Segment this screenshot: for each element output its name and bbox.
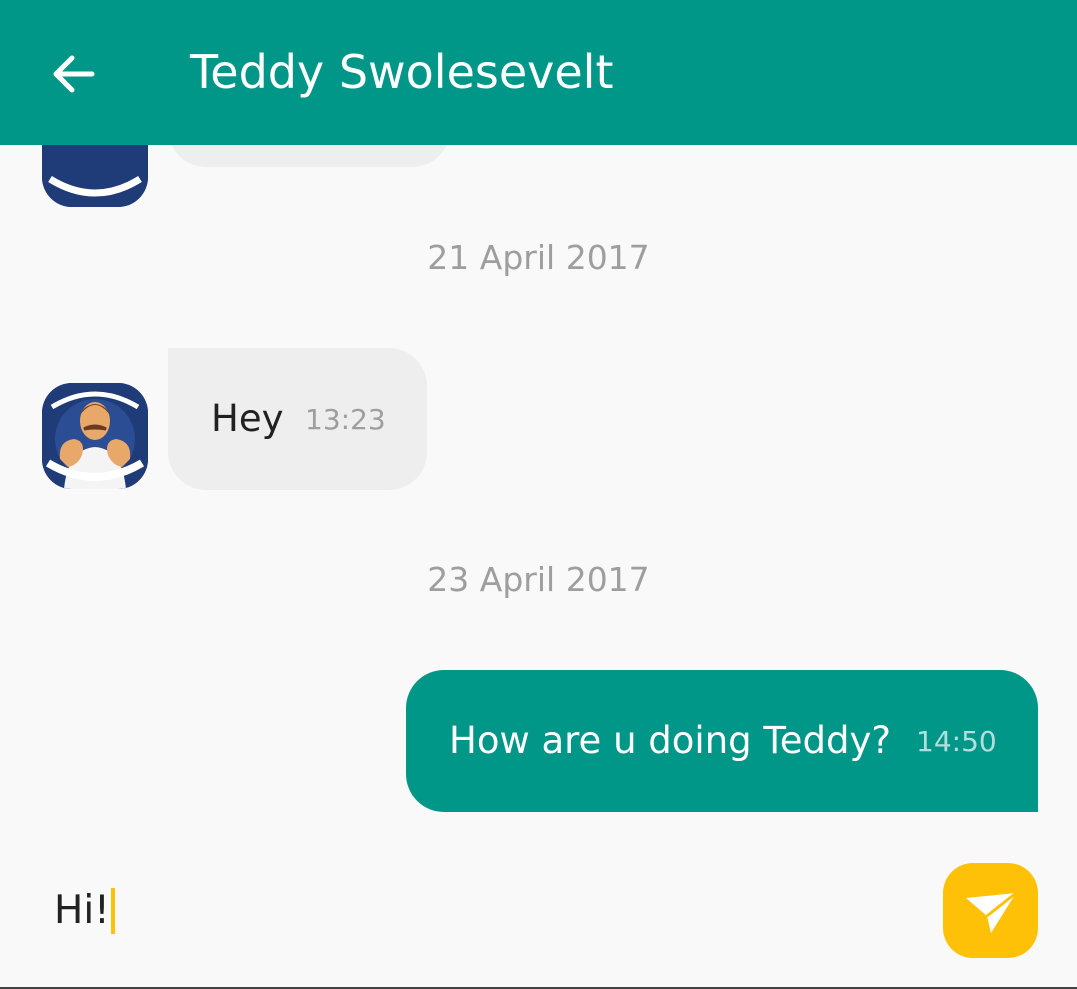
previous-message-bubble[interactable] [168,145,450,167]
app-bar: Teddy Swolesevelt [0,0,1077,145]
message-text: Hey [211,397,284,440]
message-timestamp: 14:50 [916,725,997,758]
incoming-message-bubble[interactable]: Hey 13:23 [168,348,427,490]
message-text: How are u doing Teddy? [449,719,891,762]
contact-avatar[interactable] [42,383,148,489]
date-separator: 23 April 2017 [427,560,650,599]
send-button[interactable] [943,863,1038,958]
paper-plane-icon [966,891,1017,933]
avatar-image [42,383,148,489]
contact-avatar[interactable] [42,145,148,207]
message-timestamp: 13:23 [305,403,386,436]
message-input-value: Hi! [54,888,110,933]
outgoing-message-bubble[interactable]: How are u doing Teddy? 14:50 [406,670,1038,812]
avatar-image [42,145,148,207]
message-input[interactable]: Hi! [54,883,115,939]
text-caret [110,887,115,934]
date-separator: 21 April 2017 [427,238,650,277]
message-list[interactable]: 21 April 2017 Hey 13:23 23 April 2017 Ho… [0,145,1077,845]
arrow-left-icon [53,55,95,93]
composer-bar: Hi! [0,845,1077,989]
back-button[interactable] [40,40,108,108]
chat-title: Teddy Swolesevelt [190,45,614,99]
